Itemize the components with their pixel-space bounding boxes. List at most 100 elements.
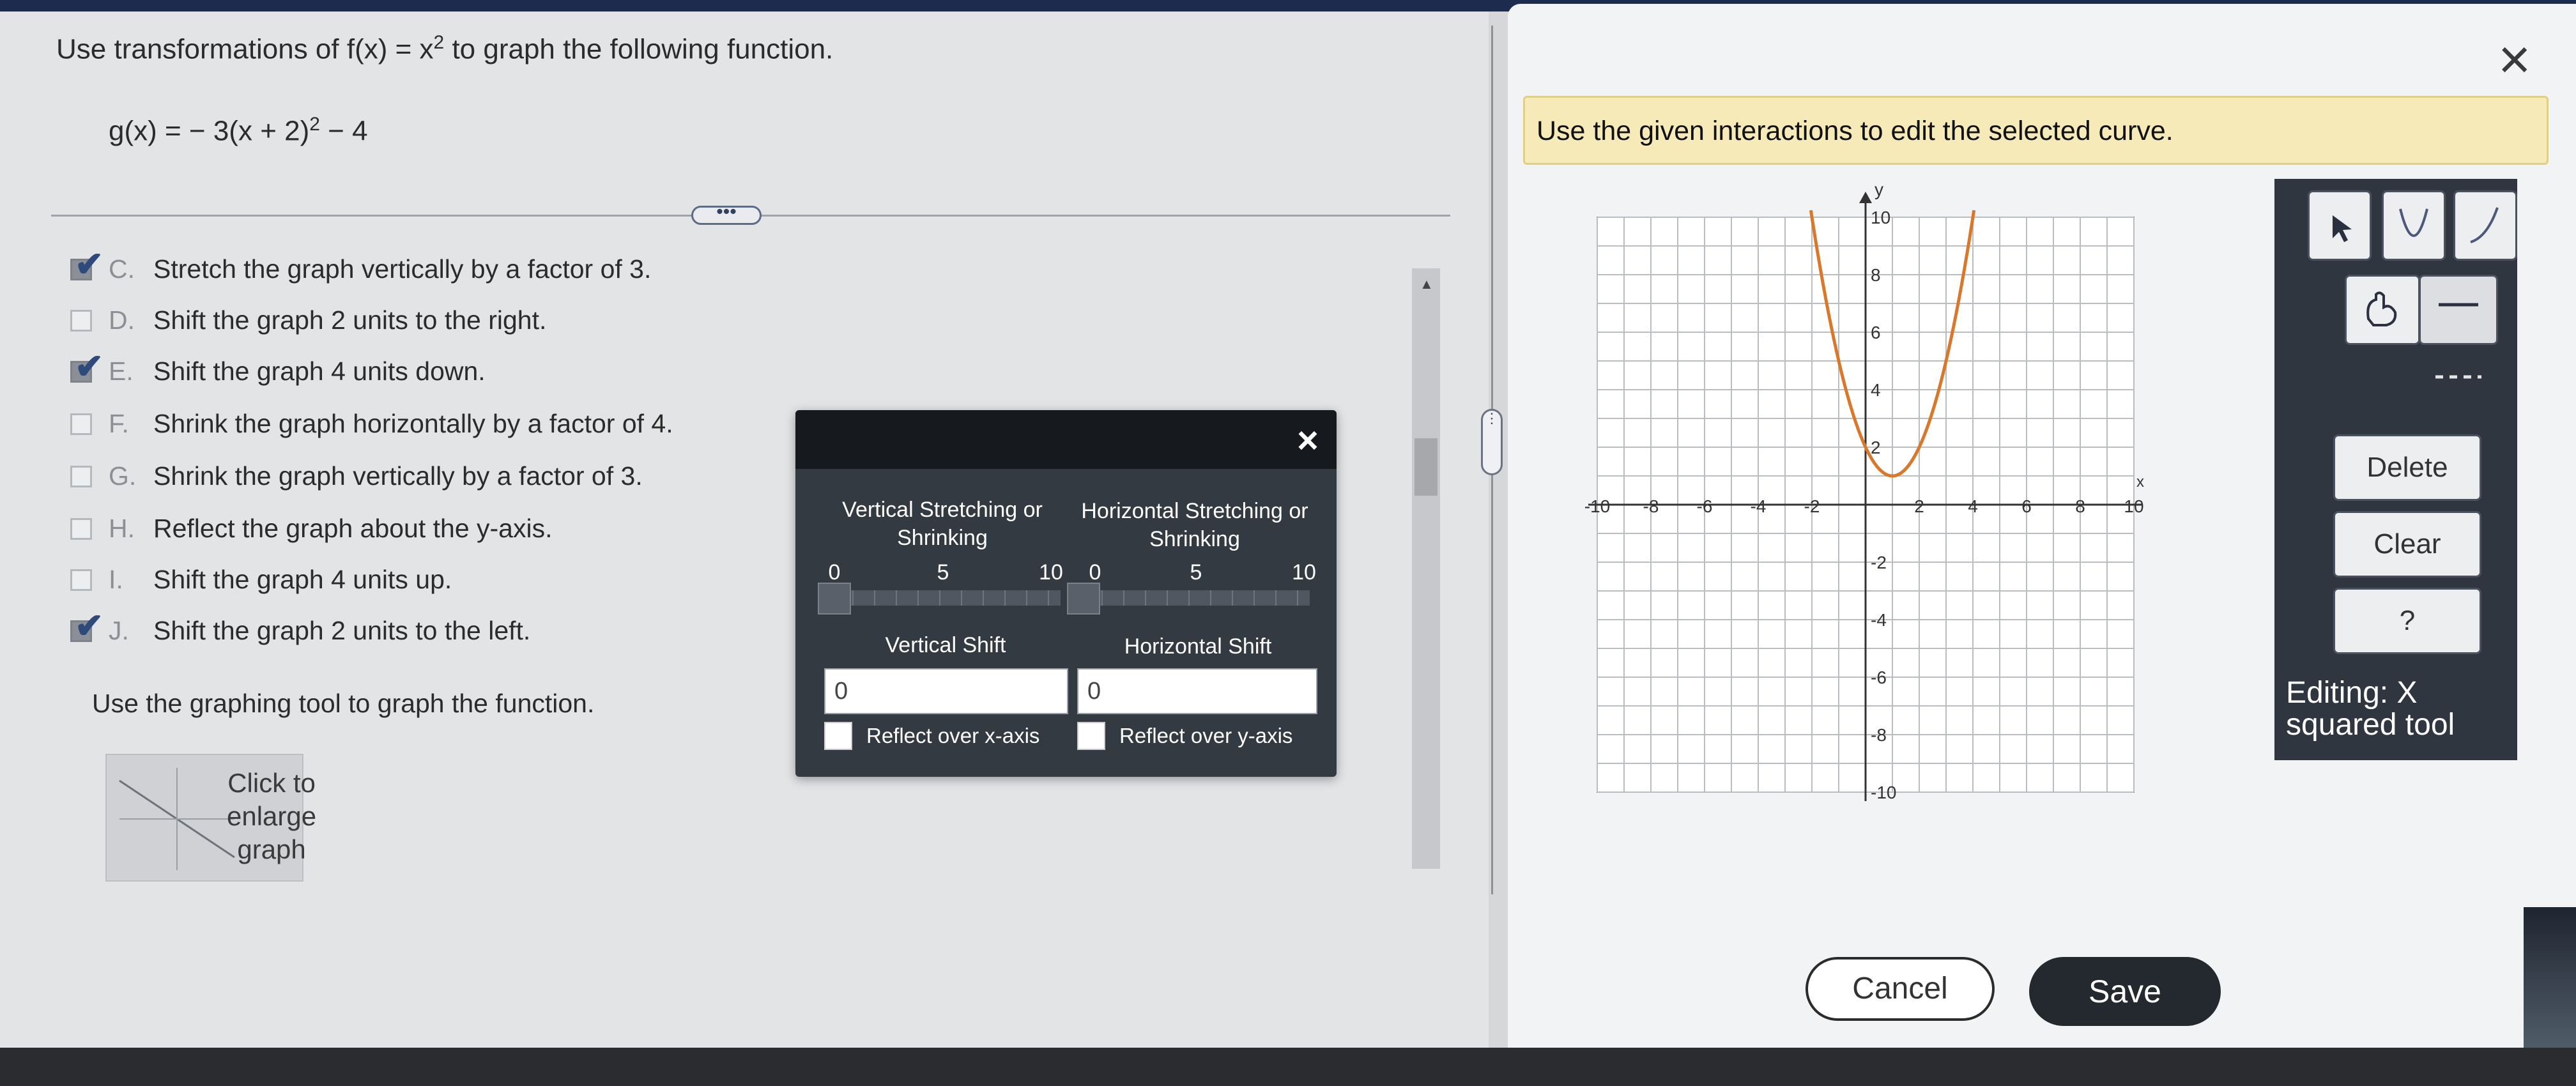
option-checkbox[interactable] (70, 465, 92, 487)
vertical-stretch-slider[interactable] (831, 590, 1061, 606)
y-tick-label: -6 (1871, 668, 1887, 687)
option-item[interactable]: ✔ E. Shift the graph 4 units down. (70, 348, 486, 386)
horizontal-stretch-slider[interactable] (1080, 590, 1310, 606)
close-icon[interactable]: × (1297, 419, 1319, 462)
option-letter: D. (109, 305, 135, 335)
checkmark-icon: ✔ (75, 245, 104, 284)
horizontal-shift-input[interactable]: 0 (1077, 668, 1317, 714)
option-item[interactable]: D. Shift the graph 2 units to the right. (70, 305, 546, 335)
y-tick-label: 6 (1871, 323, 1881, 342)
option-text: Reflect the graph about the y-axis. (153, 514, 553, 543)
vertical-stretch-label: Vertical Stretching or Shrinking (842, 498, 1043, 550)
x-tick-label: -10 (1584, 496, 1610, 516)
close-icon[interactable]: × (2498, 27, 2531, 92)
x-tick-label: -8 (1643, 496, 1659, 516)
x-tick-label: 8 (2075, 496, 2085, 516)
option-letter: C. (109, 254, 135, 284)
dashed-line-icon[interactable] (2419, 358, 2498, 396)
option-checkbox[interactable]: ✔ (70, 607, 103, 645)
x-tick-label: -2 (1804, 496, 1820, 516)
function-expression: g(x) = − 3(x + 2)2 − 4 (109, 114, 368, 147)
y-axis-arrow (1859, 192, 1872, 203)
pointer-icon[interactable] (2308, 190, 2372, 261)
hand-icon[interactable] (2345, 275, 2420, 345)
x-tick-label: 10 (2124, 496, 2143, 516)
delete-button[interactable]: Delete (2333, 434, 2481, 501)
option-letter: H. (109, 514, 135, 543)
vertical-shift-input[interactable]: 0 (824, 668, 1068, 714)
y-tick-label: 8 (1871, 265, 1881, 285)
checkmark-icon: ✔ (75, 606, 104, 645)
option-checkbox[interactable] (70, 517, 92, 540)
reflect-x-checkbox[interactable] (824, 722, 852, 750)
vertical-stretch-knob[interactable] (818, 583, 851, 615)
option-checkbox[interactable]: ✔ (70, 348, 103, 386)
x-tick-label: -4 (1751, 496, 1767, 516)
horizontal-stretch-knob[interactable] (1067, 583, 1100, 615)
reflect-x-label: Reflect over x-axis (866, 724, 1040, 747)
solid-line-icon[interactable] (2419, 275, 2498, 345)
dialog-header (795, 410, 1337, 469)
slider-max: 10 (1292, 560, 1316, 585)
x-tick-label: 6 (2021, 496, 2032, 516)
y-tick-label: 2 (1871, 438, 1881, 457)
coordinate-graph[interactable]: x y -10 -8 -6 -4 -2 2 4 6 8 10 10 8 6 4 2 -2 -4 -6 -8 -10 (1578, 179, 2153, 818)
y-tick-label: 10 (1871, 208, 1890, 227)
x-tick-label: 2 (1914, 496, 1924, 516)
y-axis-label: y (1874, 180, 1883, 199)
bottom-bar (0, 1048, 2576, 1086)
scrollbar[interactable] (1412, 268, 1440, 869)
option-item[interactable]: G. Shrink the graph vertically by a facto… (70, 461, 643, 491)
option-item[interactable]: ✔ C. Stretch the graph vertically by a fac… (70, 245, 652, 284)
reflect-y-checkbox[interactable] (1077, 722, 1105, 750)
option-letter: J. (109, 616, 129, 645)
help-button[interactable]: ? (2333, 588, 2481, 654)
save-button[interactable]: Save (2029, 957, 2221, 1026)
scroll-up-icon[interactable]: ▲ (1420, 276, 1434, 293)
option-checkbox[interactable]: ✔ (70, 245, 103, 284)
graph-instruction: Use the graphing tool to graph the funct… (92, 689, 595, 718)
option-item[interactable]: H. Reflect the graph about the y-axis. (70, 514, 552, 544)
option-text: Shrink the graph horizontally by a facto… (153, 409, 673, 438)
option-text: Shrink the graph vertically by a factor … (153, 461, 643, 491)
option-text: Shift the graph 2 units to the right. (153, 305, 547, 335)
x-tick-label: -6 (1697, 496, 1713, 516)
reflect-y-label: Reflect over y-axis (1119, 724, 1293, 747)
option-letter: E. (109, 356, 134, 386)
slider-mid: 5 (937, 560, 949, 585)
option-item[interactable]: F. Shrink the graph horizontally by a fac… (70, 409, 673, 439)
parabola-icon[interactable] (2382, 190, 2446, 261)
cancel-button[interactable]: Cancel (1805, 957, 1995, 1021)
divider-grip[interactable]: ••• (691, 203, 762, 225)
y-tick-label: -2 (1871, 553, 1887, 572)
option-item[interactable]: I. Shift the graph 4 units up. (70, 565, 452, 595)
checkmark-icon: ✔ (75, 347, 104, 386)
horizontal-stretch-label: Horizontal Stretching or Shrinking (1081, 499, 1308, 551)
option-text: Stretch the graph vertically by a factor… (153, 254, 652, 284)
option-item[interactable]: ✔ J. Shift the graph 2 units to the left. (70, 607, 531, 646)
y-tick-label: -4 (1871, 610, 1887, 630)
vertical-shift-label: Vertical Shift (885, 633, 1006, 657)
slider-max: 10 (1039, 560, 1063, 585)
option-letter: I. (109, 565, 123, 594)
horizontal-shift-label: Horizontal Shift (1124, 634, 1272, 659)
option-letter: F. (109, 409, 129, 438)
option-text: Shift the graph 4 units up. (153, 565, 452, 594)
scrollbar-thumb[interactable] (1414, 438, 1438, 496)
slider-mid: 5 (1190, 560, 1202, 585)
y-tick-label: -10 (1871, 783, 1896, 802)
question-prompt: Use transformations of f(x) = x2 to grap… (56, 32, 834, 65)
curve-icon[interactable] (2453, 190, 2517, 261)
x-tick-label: 4 (1968, 496, 1978, 516)
clear-button[interactable]: Clear (2333, 511, 2481, 577)
x-axis-label: x (2136, 473, 2144, 491)
editing-status: Editing: X squared tool (2286, 676, 2455, 742)
option-text: Shift the graph 4 units down. (153, 356, 486, 386)
option-checkbox[interactable] (70, 309, 92, 332)
option-text: Shift the graph 2 units to the left. (153, 616, 531, 645)
option-checkbox[interactable] (70, 413, 92, 435)
enlarge-label: Click to enlarge graph (227, 768, 317, 864)
option-checkbox[interactable] (70, 569, 92, 591)
edit-instruction: Use the given interactions to edit the s… (1523, 96, 2549, 165)
panel-resize-handle[interactable]: ⋮ (1481, 409, 1503, 475)
